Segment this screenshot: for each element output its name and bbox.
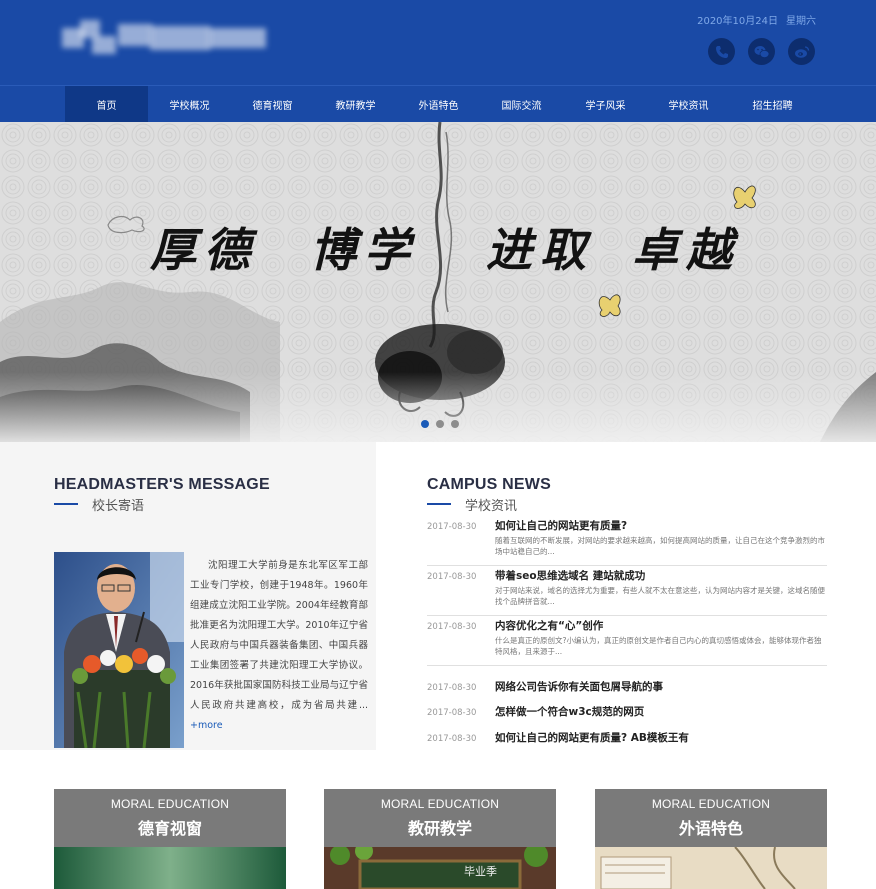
news-featured-item[interactable]: 2017-08-30 内容优化之有“心”创作 什么是真正的原创文?小编认为，真正… [427, 616, 827, 666]
card-image-text: 毕业季 [464, 865, 497, 878]
card-image [54, 847, 286, 889]
news-title-cn: 学校资讯 [465, 499, 518, 514]
weekday-text: 星期六 [786, 16, 816, 27]
card-title-en: MORAL EDUCATION [651, 797, 771, 811]
news-featured-item[interactable]: 2017-08-30 带着seo思维选域名 建站就成功 对于网站来说，域名的选择… [427, 566, 827, 616]
news-title[interactable]: 内容优化之有“心”创作 [495, 618, 603, 633]
card-foreign-language[interactable]: MORAL EDUCATION 外语特色 [595, 789, 827, 889]
headmaster-title-en: HEADMASTER'S MESSAGE [54, 476, 270, 493]
news-date: 2017-08-30 [427, 708, 477, 718]
nav-item-students[interactable]: 学子风采 [564, 86, 647, 123]
card-header: MORAL EDUCATION 外语特色 [595, 789, 827, 847]
slide-dot-3[interactable] [451, 420, 459, 428]
card-moral-education[interactable]: MORAL EDUCATION 德育视窗 [54, 789, 286, 889]
news-title-bar [427, 503, 451, 505]
news-list-item[interactable]: 2017-08-30 怎样做一个符合w3c规范的网页 [427, 704, 827, 724]
news-title[interactable]: 如何让自己的网站更有质量? AB模板王有 [495, 730, 689, 745]
headmaster-title-bar [54, 503, 78, 505]
news-title-en: CAMPUS NEWS [427, 476, 551, 493]
news-title[interactable]: 网络公司告诉你有关面包屑导航的事 [495, 679, 663, 694]
nav-item-school-news[interactable]: 学校资讯 [647, 86, 730, 123]
news-title[interactable]: 带着seo思维选域名 建站就成功 [495, 568, 645, 583]
banner-ink-painting [0, 122, 876, 442]
nav-item-moral-education[interactable]: 德育视窗 [231, 86, 314, 123]
headmaster-more-link[interactable]: +more [190, 720, 223, 731]
news-date: 2017-08-30 [427, 622, 477, 632]
slide-dot-1[interactable] [421, 420, 429, 428]
banner-word-4: 卓越 [632, 223, 740, 277]
card-teaching-research[interactable]: MORAL EDUCATION 教研教学 毕业季 [324, 789, 556, 889]
card-title-cn: 教研教学 [407, 819, 472, 838]
news-date: 2017-08-30 [427, 734, 477, 744]
card-title-en: MORAL EDUCATION [110, 797, 230, 811]
hero-banner[interactable]: 厚德 博学 进取 卓越 [0, 122, 876, 442]
banner-word-3: 进取 [486, 223, 594, 277]
site-header: 2020年10月24日 星期六 [0, 0, 876, 85]
nav-item-home[interactable]: 首页 [65, 86, 148, 123]
news-date: 2017-08-30 [427, 572, 477, 582]
card-header: MORAL EDUCATION 德育视窗 [54, 789, 286, 847]
date-text: 2020年10月24日 [697, 16, 778, 27]
site-logo[interactable] [62, 16, 268, 60]
banner-word-1: 厚德 [150, 223, 258, 277]
main-nav: 首页 学校概况 德育视窗 教研教学 外语特色 国际交流 学子风采 学校资讯 招生… [0, 85, 876, 123]
news-title[interactable]: 怎样做一个符合w3c规范的网页 [495, 704, 644, 719]
headmaster-message-text: 沈阳理工大学前身是东北军区军工部工业专门学校，创建于1948年。1960年组建成… [190, 560, 368, 711]
card-image: 毕业季 [324, 847, 556, 889]
card-title-en: MORAL EDUCATION [380, 797, 500, 811]
weibo-icon[interactable] [788, 38, 815, 65]
card-image [595, 847, 827, 889]
nav-item-foreign-language[interactable]: 外语特色 [397, 86, 480, 123]
phone-icon[interactable] [708, 38, 735, 65]
header-date: 2020年10月24日 星期六 [689, 12, 816, 27]
headmaster-title-cn: 校长寄语 [92, 499, 145, 514]
headmaster-message: 沈阳理工大学前身是东北军区军工部工业专门学校，创建于1948年。1960年组建成… [190, 556, 368, 736]
card-title-cn: 外语特色 [678, 819, 743, 838]
banner-word-2: 博学 [310, 223, 418, 277]
news-date: 2017-08-30 [427, 683, 477, 693]
news-featured-item[interactable]: 2017-08-30 如何让自己的网站更有质量? 随着互联网的不断发展，对网站的… [427, 516, 827, 566]
slide-dot-2[interactable] [436, 420, 444, 428]
news-date: 2017-08-30 [427, 522, 477, 532]
nav-item-school-overview[interactable]: 学校概况 [148, 86, 231, 123]
news-list-item[interactable]: 2017-08-30 如何让自己的网站更有质量? AB模板王有 [427, 730, 827, 750]
news-summary: 对于网站来说，域名的选择尤为重要，有些人就不太在意这些，认为网站内容才是关键，这… [495, 586, 825, 606]
news-title[interactable]: 如何让自己的网站更有质量? [495, 518, 627, 533]
nav-item-recruitment[interactable]: 招生招聘 [731, 86, 814, 123]
nav-item-international[interactable]: 国际交流 [480, 86, 563, 123]
news-summary: 什么是真正的原创文?小编认为，真正的原创文是作者自己内心的真切感悟或体会，能够体… [495, 636, 822, 656]
news-summary: 随着互联网的不断发展，对网站的要求越来越高，如何提高网站的质量，让自己在这个竞争… [495, 536, 825, 556]
news-list-item[interactable]: 2017-08-30 网络公司告诉你有关面包屑导航的事 [427, 679, 827, 699]
nav-item-teaching-research[interactable]: 教研教学 [314, 86, 397, 123]
headmaster-photo [54, 552, 184, 748]
wechat-icon[interactable] [748, 38, 775, 65]
card-title-cn: 德育视窗 [137, 819, 202, 838]
card-header: MORAL EDUCATION 教研教学 [324, 789, 556, 847]
